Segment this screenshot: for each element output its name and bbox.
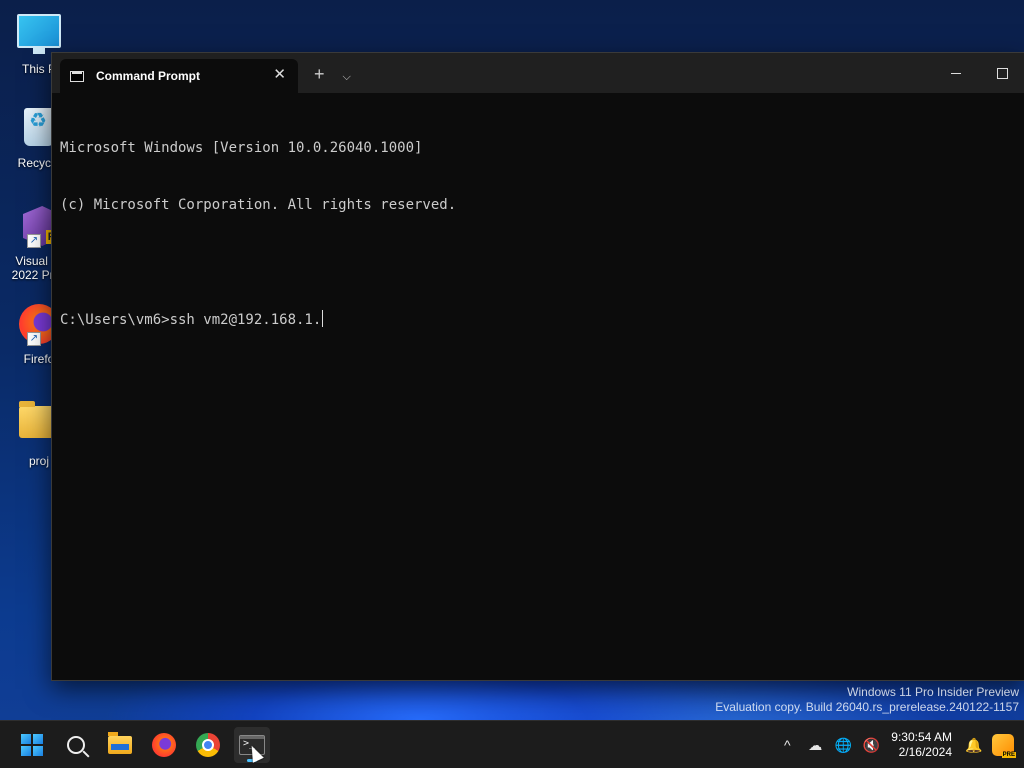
notification-bell-icon[interactable]: 🔔 [960,737,988,754]
tab-command-prompt[interactable]: Command Prompt ✕ [60,59,298,93]
shortcut-arrow-icon: ↗ [27,332,41,346]
clock-date: 2/16/2024 [898,745,952,759]
terminal-prompt-text: C:\Users\vm6>ssh vm2@192.168.1. [60,312,322,328]
new-tab-button[interactable]: + [314,64,325,85]
shortcut-arrow-icon: ↗ [27,234,41,248]
start-icon [21,734,43,756]
maximize-button[interactable] [979,53,1024,93]
file-explorer-icon [108,732,132,754]
title-bar[interactable]: Command Prompt ✕ + ⌵ [52,53,1024,93]
copilot-icon[interactable] [992,734,1017,758]
firefox-taskbar-button[interactable] [146,727,182,763]
clock[interactable]: 9:30:54 AM 2/16/2024 [891,730,952,760]
evaluation-watermark: Windows 11 Pro Insider Preview Evaluatio… [715,685,1019,715]
onedrive-icon[interactable]: ☁ [801,737,829,754]
clock-time: 9:30:54 AM [891,730,952,744]
minimize-button[interactable] [933,53,979,93]
window-controls [933,53,1024,93]
terminal-line: Microsoft Windows [Version 10.0.26040.10… [60,140,423,156]
chrome-icon [196,733,220,757]
terminal-line: (c) Microsoft Corporation. All rights re… [60,197,457,213]
file-explorer-button[interactable] [102,727,138,763]
search-icon [67,736,85,754]
terminal-prompt-line[interactable]: C:\Users\vm6>ssh vm2@192.168.1. [60,310,1017,329]
chrome-taskbar-button[interactable] [190,727,226,763]
network-icon[interactable]: 🌐 [829,737,857,754]
watermark-line: Evaluation copy. Build 26040.rs_prerelea… [715,700,1019,714]
tab-title: Command Prompt [96,69,201,83]
system-tray: ^ ☁ 🌐 🔇 9:30:54 AM 2/16/2024 🔔 [773,721,1024,768]
terminal-window[interactable]: Command Prompt ✕ + ⌵ Microsoft Windows [… [51,52,1024,681]
maximize-icon [996,67,1008,79]
text-cursor [322,310,324,327]
taskbar: ^ ☁ 🌐 🔇 9:30:54 AM 2/16/2024 🔔 [0,720,1024,768]
watermark-line: Windows 11 Pro Insider Preview [847,685,1019,699]
start-button[interactable] [14,727,50,763]
terminal-output[interactable]: Microsoft Windows [Version 10.0.26040.10… [60,101,1017,672]
firefox-icon [152,733,176,757]
command-prompt-icon [70,70,84,82]
minimize-icon [951,72,961,74]
volume-muted-icon[interactable]: 🔇 [857,737,885,754]
search-button[interactable] [58,727,94,763]
close-tab-button[interactable]: ✕ [273,67,286,82]
tab-dropdown-button[interactable]: ⌵ [343,71,351,84]
show-hidden-icons-button[interactable]: ^ [773,737,801,753]
